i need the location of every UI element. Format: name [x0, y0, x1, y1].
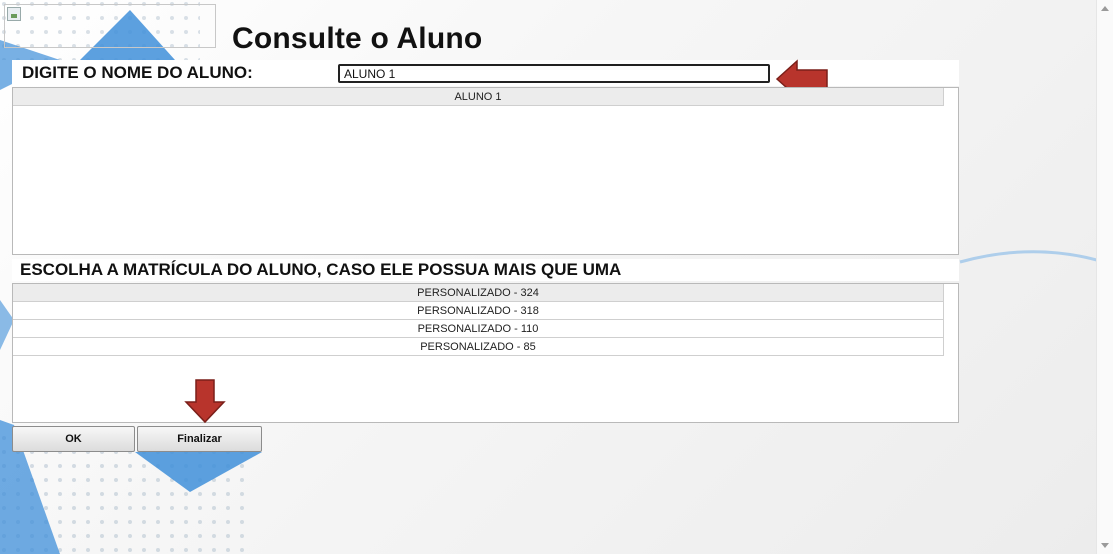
matricula-row[interactable]: PERSONALIZADO - 110	[13, 320, 943, 338]
scroll-down-icon[interactable]	[1101, 543, 1109, 548]
student-name-input[interactable]	[338, 64, 770, 83]
scroll-up-icon[interactable]	[1101, 6, 1109, 11]
broken-image-icon	[7, 7, 21, 21]
arrow-down-icon	[184, 379, 226, 424]
matricula-row[interactable]: PERSONALIZADO - 85	[13, 338, 943, 356]
page-title: Consulte o Aluno	[232, 22, 483, 55]
matricula-list[interactable]: PERSONALIZADO - 324 PERSONALIZADO - 318 …	[12, 283, 959, 423]
student-row[interactable]: ALUNO 1	[13, 88, 943, 106]
matricula-label: ESCOLHA A MATRÍCULA DO ALUNO, CASO ELE P…	[12, 259, 959, 281]
grid-divider	[943, 88, 944, 106]
matricula-row[interactable]: PERSONALIZADO - 318	[13, 302, 943, 320]
ok-button[interactable]: OK	[12, 426, 135, 452]
grid-divider	[943, 284, 944, 356]
broken-image-placeholder	[4, 4, 216, 48]
vertical-scrollbar[interactable]	[1096, 0, 1113, 554]
student-list[interactable]: ALUNO 1	[12, 87, 959, 255]
finalizar-button[interactable]: Finalizar	[137, 426, 262, 452]
name-label: DIGITE O NOME DO ALUNO:	[22, 63, 253, 82]
matricula-row[interactable]: PERSONALIZADO - 324	[13, 284, 943, 302]
